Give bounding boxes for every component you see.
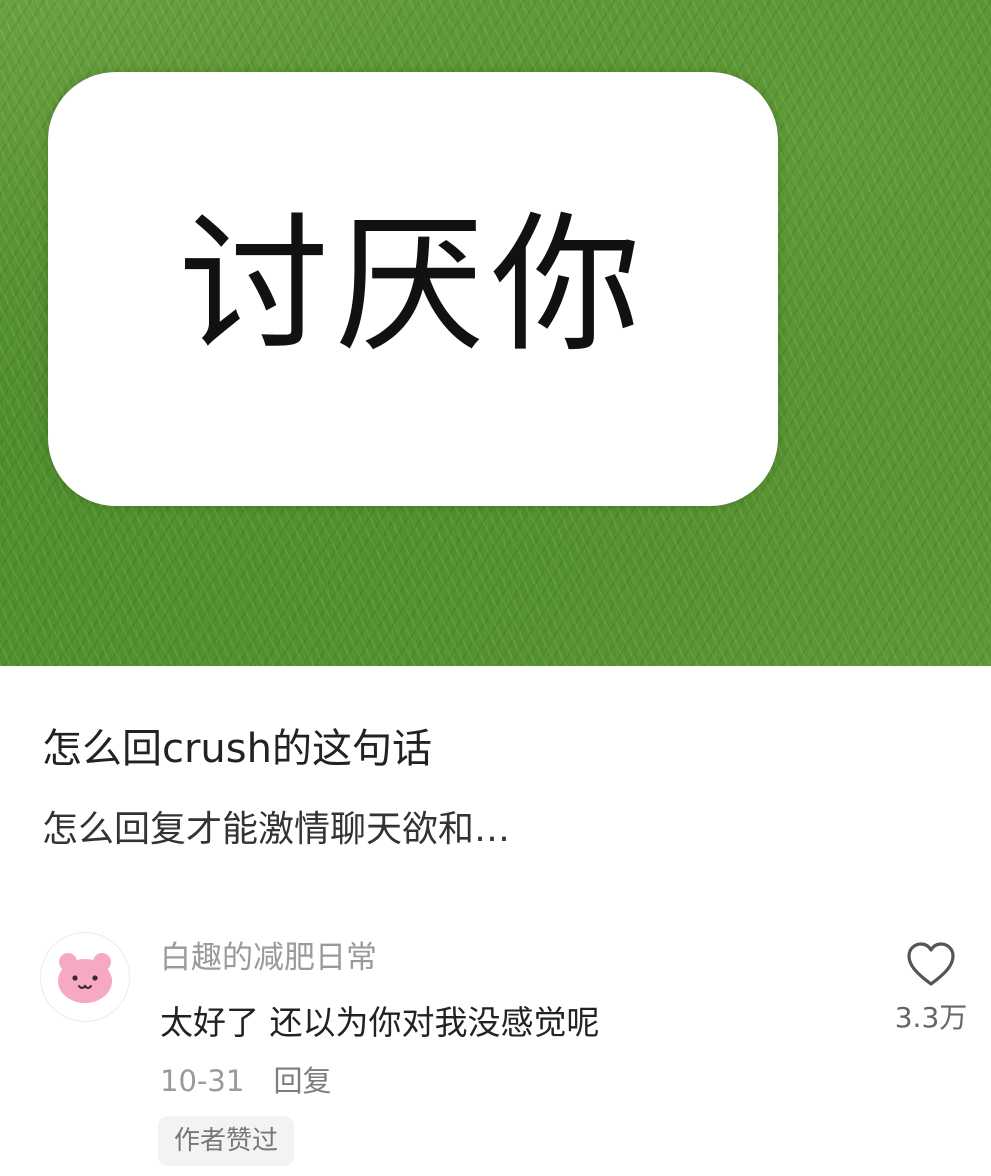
avatar[interactable] xyxy=(40,932,130,1022)
comment-date: 10-31 xyxy=(160,1064,245,1098)
post-title[interactable]: 怎么回crush的这句话 xyxy=(42,716,432,774)
heart-outline-icon xyxy=(907,942,955,986)
reply-button[interactable]: 回复 xyxy=(274,1064,332,1098)
post-subtitle[interactable]: 怎么回复才能激情聊天欲和… xyxy=(42,800,510,852)
like-button[interactable]: 3.3万 xyxy=(888,940,974,1036)
sign-text: 讨厌你 xyxy=(178,199,647,373)
author-liked-badge: 作者赞过 xyxy=(158,1116,295,1166)
comment-meta: 10-31 回复 xyxy=(160,1058,332,1100)
comment-text: 太好了 还以为你对我没感觉呢 xyxy=(160,1003,600,1042)
comment-username[interactable]: 白趣的减肥日常 xyxy=(160,932,377,977)
sign-card: 讨厌你 xyxy=(48,72,778,506)
post-image[interactable]: 讨厌你 xyxy=(0,0,991,666)
like-count: 3.3万 xyxy=(894,1001,968,1034)
pink-bear-icon xyxy=(58,953,112,1003)
